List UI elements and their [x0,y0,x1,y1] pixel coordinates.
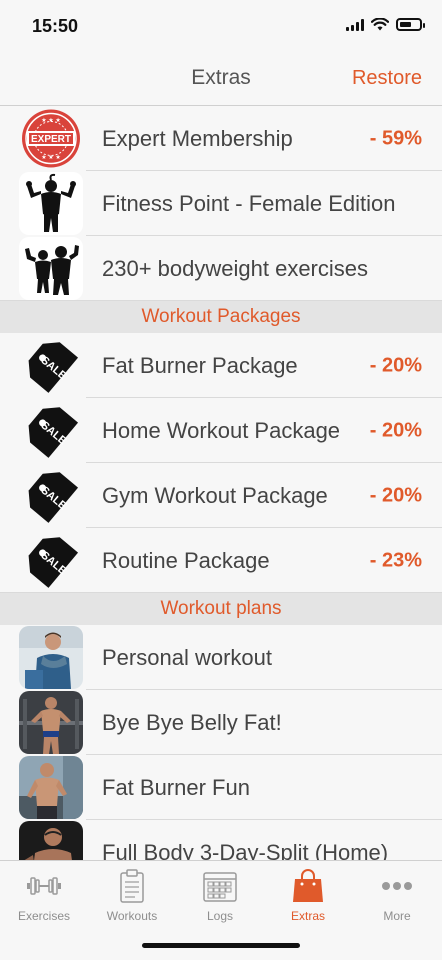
sale-tag-icon: SALE [19,529,83,592]
svg-text:★ ★ ★: ★ ★ ★ [41,154,60,161]
sale-tag-icon: SALE [19,464,83,527]
list-item-package[interactable]: SALE Routine Package - 23% [0,528,442,593]
tab-extras[interactable]: Extras [264,869,352,923]
extras-list[interactable]: EXPERT ★ ★ ★ ★ ★ ★ Expert Membership - 5… [0,106,442,860]
tab-more[interactable]: More [353,869,441,923]
trainer-photo [19,626,83,689]
home-indicator[interactable] [142,943,300,948]
item-label: Fitness Point - Female Edition [102,190,396,216]
tab-label: Workouts [106,909,158,923]
status-time: 15:50 [32,16,79,36]
sale-tag-icon: SALE [19,334,83,397]
item-label: Fat Burner Fun [102,774,250,800]
item-label: 230+ bodyweight exercises [102,255,368,281]
list-item-plan[interactable]: Personal workout [0,625,442,690]
discount-badge: - 20% [369,484,422,506]
item-label: Fat Burner Package [102,352,298,378]
discount-badge: - 20% [369,354,422,376]
tab-label: More [383,909,411,923]
tab-label: Extras [290,909,325,923]
item-label: Gym Workout Package [102,482,328,508]
female-athlete-icon [19,172,83,235]
nav-bar: Extras Restore [0,54,442,106]
status-bar: 15:50 [0,0,442,54]
list-item-plan[interactable]: Bye Bye Belly Fat! [0,690,442,755]
list-item-package[interactable]: SALE Gym Workout Package - 20% [0,463,442,528]
list-item-expert-membership[interactable]: EXPERT ★ ★ ★ ★ ★ ★ Expert Membership - 5… [0,106,442,171]
svg-text:★ ★ ★: ★ ★ ★ [41,117,60,124]
more-dots-icon [382,882,412,890]
tab-label: Logs [206,909,234,923]
expert-seal-icon: EXPERT ★ ★ ★ ★ ★ ★ [19,107,83,170]
list-item-bodyweight-exercises[interactable]: 230+ bodyweight exercises [0,236,442,301]
restore-button[interactable]: Restore [352,67,422,90]
status-icons [346,18,425,31]
item-label: Expert Membership [102,125,293,151]
discount-badge: - 23% [369,549,422,571]
calendar-icon [203,872,237,902]
tab-workouts[interactable]: Workouts [88,869,176,923]
item-label: Personal workout [102,644,272,670]
tab-logs[interactable]: Logs [176,869,264,923]
item-label: Bye Bye Belly Fat! [102,709,282,735]
list-item-plan[interactable]: Full Body 3-Day-Split (Home) [0,820,442,860]
dumbbell-icon [27,877,61,895]
gym-athlete-photo [19,691,83,754]
couple-athletes-icon [19,237,83,300]
section-header-workout-plans: Workout plans [0,593,442,625]
discount-badge: - 20% [369,419,422,441]
tab-label: Exercises [17,909,70,923]
shirtless-athlete-photo [19,756,83,819]
clipboard-icon [120,869,144,903]
section-header-workout-packages: Workout Packages [0,301,442,333]
item-label: Full Body 3-Day-Split (Home) [102,839,389,861]
sale-tag-icon: SALE [19,399,83,462]
home-athlete-photo [19,821,83,860]
shopping-bag-icon [293,869,323,902]
item-label: Home Workout Package [102,417,341,443]
list-item-female-edition[interactable]: Fitness Point - Female Edition [0,171,442,236]
list-item-package[interactable]: SALE Fat Burner Package - 20% [0,333,442,398]
battery-icon [396,18,425,31]
list-item-package[interactable]: SALE Home Workout Package - 20% [0,398,442,463]
wifi-icon [371,18,389,31]
tab-exercises[interactable]: Exercises [0,869,88,923]
item-label: Routine Package [102,547,270,573]
list-item-plan[interactable]: Fat Burner Fun [0,755,442,820]
cellular-signal-icon [346,18,364,31]
discount-badge: - 59% [369,127,422,149]
svg-text:EXPERT: EXPERT [31,134,71,145]
